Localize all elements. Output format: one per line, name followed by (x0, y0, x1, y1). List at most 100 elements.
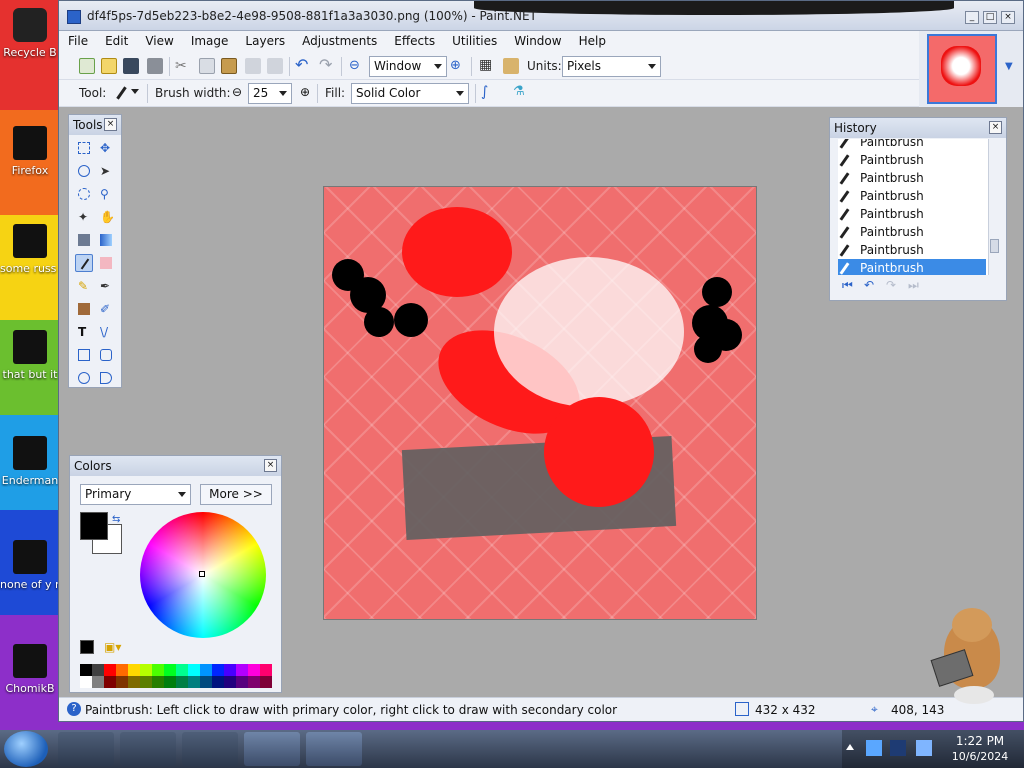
eraser-tool[interactable] (97, 254, 115, 272)
undo-icon[interactable]: ↶ (864, 278, 874, 292)
menu-file[interactable]: File (59, 31, 96, 48)
chevron-down-icon[interactable]: ▼ (1005, 61, 1013, 72)
desktop-icon-firefox[interactable]: Firefox (0, 126, 60, 177)
taskbar-app-globe[interactable] (182, 732, 238, 766)
swap-colors-icon[interactable]: ⇆ (112, 514, 120, 525)
desktop-icon-file-1[interactable]: some russ ran a ra (0, 224, 60, 275)
taskbar-app-1[interactable] (58, 732, 114, 766)
move-selection-tool[interactable]: ✥ (97, 139, 115, 157)
recolor-tool[interactable]: ✐ (97, 300, 115, 318)
volume-icon[interactable] (916, 740, 932, 756)
history-item[interactable]: Paintbrush (838, 223, 986, 241)
deselect-icon[interactable] (267, 58, 283, 74)
freeform-shape-tool[interactable] (97, 369, 115, 387)
move-tool[interactable]: ➤ (97, 162, 115, 180)
close-icon[interactable]: × (104, 118, 117, 131)
menu-help[interactable]: Help (570, 31, 614, 48)
zoom-out-icon[interactable]: ⊖ (349, 58, 365, 74)
gradient-tool[interactable] (97, 231, 115, 249)
history-item[interactable]: Paintbrush (838, 241, 986, 259)
increase-width-icon[interactable]: ⊕ (297, 85, 313, 101)
open-file-icon[interactable] (101, 58, 117, 74)
history-item[interactable]: Paintbrush (838, 139, 986, 151)
taskbar-app-firefox[interactable] (244, 732, 300, 766)
pan-tool[interactable]: ✋ (97, 208, 115, 226)
lasso-select-tool[interactable] (75, 162, 93, 180)
rounded-rectangle-tool[interactable] (97, 346, 115, 364)
brush-width-select[interactable]: 25 (248, 83, 292, 104)
more-colors-button[interactable]: More >> (200, 484, 272, 505)
primary-color-swatch[interactable] (80, 512, 108, 540)
zoom-tool[interactable]: ⚲ (97, 185, 115, 203)
menu-image[interactable]: Image (182, 31, 237, 48)
history-item-selected[interactable]: Paintbrush (838, 259, 986, 275)
chevron-down-icon[interactable] (131, 87, 139, 95)
taskbar-app-paintnet[interactable] (306, 732, 362, 766)
menu-layers[interactable]: Layers (236, 31, 293, 48)
history-fast-forward-icon[interactable]: ⏭ (908, 278, 919, 293)
decrease-width-icon[interactable]: ⊖ (229, 85, 245, 101)
magic-wand-tool[interactable]: ✦ (75, 208, 93, 226)
clock-time[interactable]: 1:22 PM (950, 734, 1010, 748)
mini-color-swatch[interactable] (80, 640, 94, 654)
history-rewind-icon[interactable]: ⏮ (842, 278, 853, 293)
image-thumbnail[interactable] (927, 34, 997, 104)
clone-stamp-tool[interactable] (75, 300, 93, 318)
menu-effects[interactable]: Effects (385, 31, 443, 48)
paintbrush-tool[interactable] (75, 254, 93, 272)
new-file-icon[interactable] (79, 58, 95, 74)
tray-app-icon[interactable] (866, 740, 882, 756)
crop-icon[interactable] (245, 58, 261, 74)
rectangle-tool[interactable] (75, 346, 93, 364)
fill-select[interactable]: Solid Color (351, 83, 469, 104)
history-scrollbar[interactable] (988, 139, 1000, 275)
history-item[interactable]: Paintbrush (838, 169, 986, 187)
zoom-in-icon[interactable]: ⊕ (450, 58, 466, 74)
ruler-icon[interactable] (503, 58, 519, 74)
color-picker-tool[interactable]: ✒ (97, 277, 115, 295)
desktop-icon-chomikbox[interactable]: ChomikB (0, 644, 60, 695)
taskbar-app-media[interactable] (120, 732, 176, 766)
paint-bucket-tool[interactable] (75, 231, 93, 249)
redo-icon[interactable]: ↷ (886, 278, 896, 292)
menu-window[interactable]: Window (505, 31, 569, 48)
cut-icon[interactable]: ✂ (175, 58, 191, 74)
color-mode-select[interactable]: Primary (80, 484, 191, 505)
close-icon[interactable]: × (264, 459, 277, 472)
pencil-tool[interactable]: ✎ (75, 277, 93, 295)
close-button[interactable]: × (1001, 11, 1015, 24)
start-button[interactable] (4, 731, 48, 767)
color-palette[interactable] (80, 664, 272, 688)
menu-adjustments[interactable]: Adjustments (293, 31, 385, 48)
image-canvas[interactable] (323, 186, 757, 620)
menu-utilities[interactable]: Utilities (443, 31, 505, 48)
clock-date[interactable]: 10/6/2024 (950, 750, 1010, 763)
paste-icon[interactable] (221, 58, 237, 74)
copy-icon[interactable] (199, 58, 215, 74)
history-item[interactable]: Paintbrush (838, 151, 986, 169)
desktop-icon-enderman[interactable]: Enderman (0, 436, 60, 487)
grid-icon[interactable]: ▦ (479, 58, 495, 74)
zoom-select[interactable]: Window (369, 56, 447, 77)
antialiasing-icon[interactable]: ∫ (481, 85, 497, 101)
paintbrush-icon[interactable] (113, 85, 129, 101)
rectangle-select-tool[interactable] (75, 139, 93, 157)
text-tool[interactable]: T (75, 323, 93, 341)
blend-mode-icon[interactable]: ⚗ (513, 85, 529, 101)
maximize-button[interactable]: □ (983, 11, 997, 24)
history-item[interactable]: Paintbrush (838, 187, 986, 205)
units-select[interactable]: Pixels (562, 56, 661, 77)
palette-menu-icon[interactable]: ▣▾ (104, 640, 121, 654)
desktop-icon-recycle-bin[interactable]: Recycle B (0, 8, 60, 59)
desktop-icon-file-2[interactable]: that but it (0, 330, 60, 381)
print-icon[interactable] (147, 58, 163, 74)
monitor-icon[interactable] (890, 740, 906, 756)
minimize-button[interactable]: _ (965, 11, 979, 24)
menu-edit[interactable]: Edit (96, 31, 136, 48)
undo-icon[interactable]: ↶ (295, 57, 311, 74)
line-curve-tool[interactable]: \/ (97, 323, 115, 341)
close-icon[interactable]: × (989, 121, 1002, 134)
ellipse-select-tool[interactable] (75, 185, 93, 203)
desktop-icon-file-3[interactable]: none of y retards kn (0, 540, 60, 591)
ellipse-tool[interactable] (75, 369, 93, 387)
